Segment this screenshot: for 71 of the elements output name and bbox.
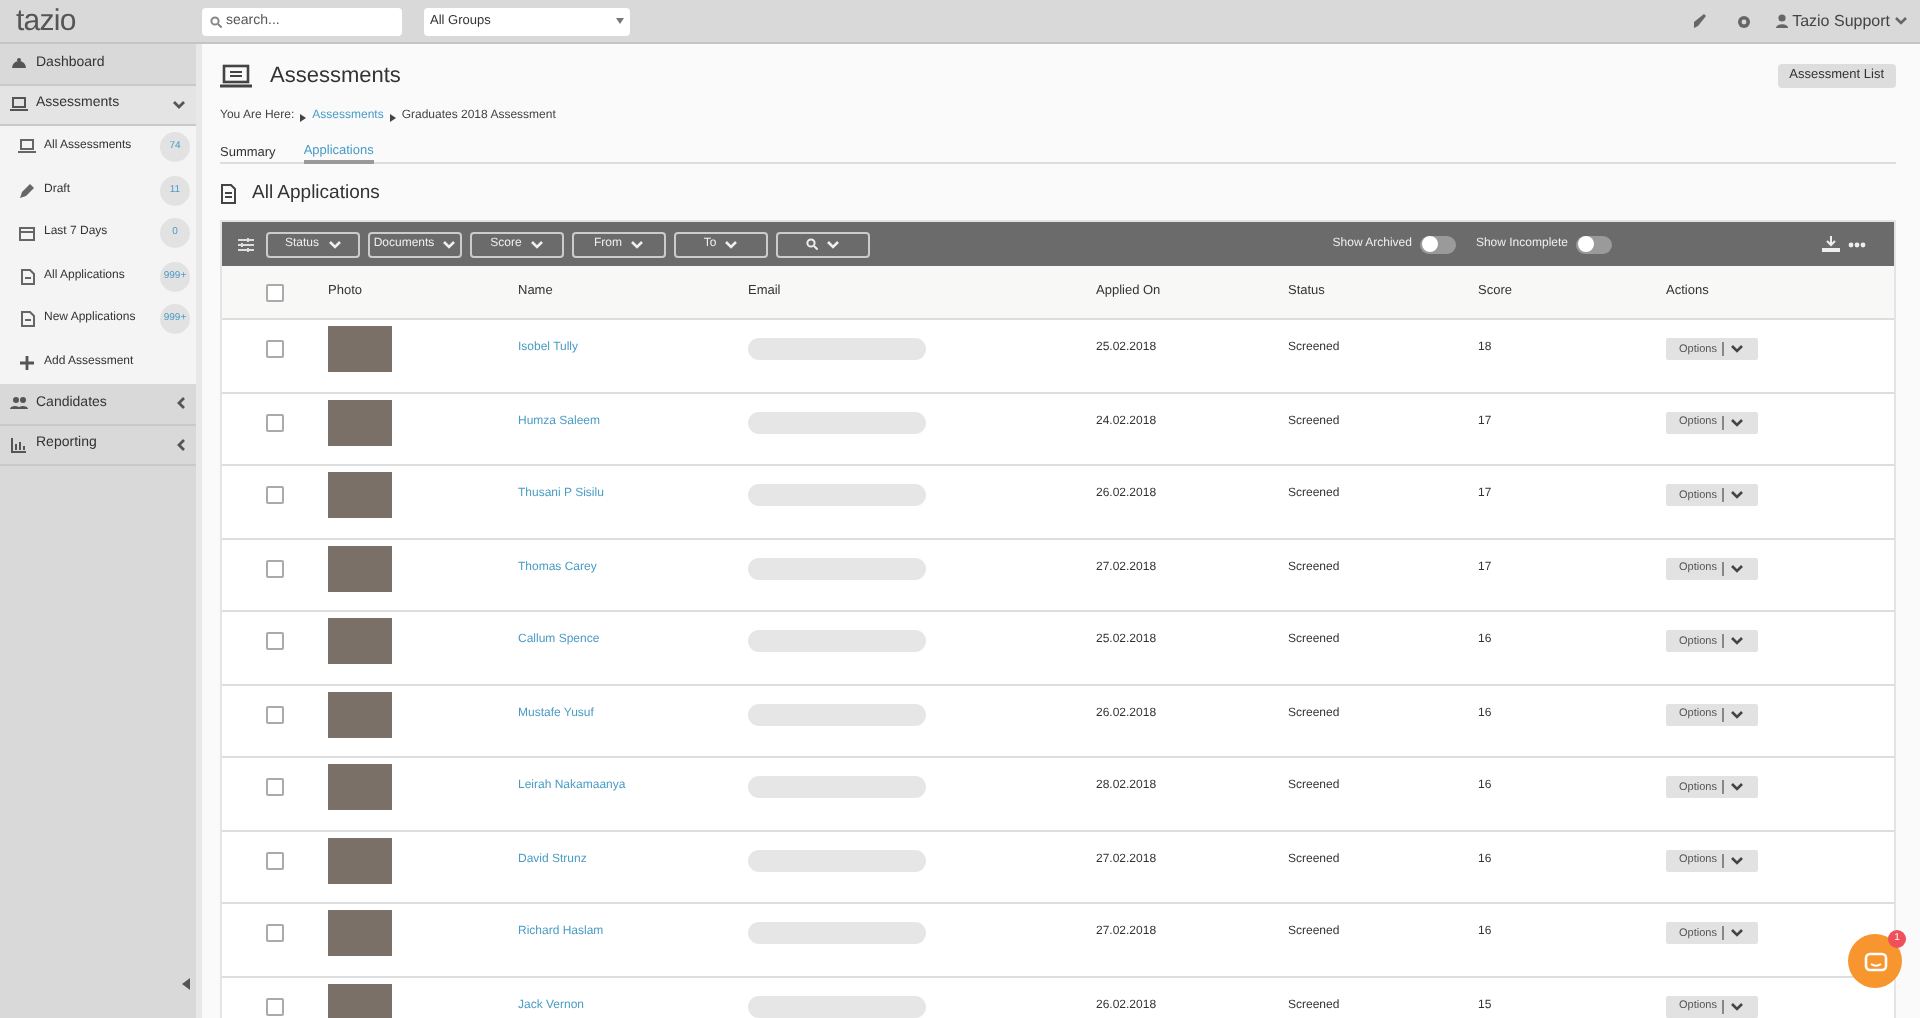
chevron-down-icon (826, 239, 840, 249)
caret-icon (616, 18, 624, 24)
settings-icon (1736, 13, 1753, 29)
more-icon (1848, 241, 1866, 247)
bar-chart-icon (10, 435, 28, 454)
row-checkbox[interactable] (266, 778, 284, 797)
photo-placeholder (328, 691, 392, 738)
chevron-down-icon (1730, 417, 1745, 428)
photo-placeholder (328, 910, 392, 957)
chevron-down-icon (1730, 636, 1745, 647)
photo-placeholder (328, 399, 392, 446)
toggle-switch[interactable] (1576, 235, 1612, 253)
laptop-icon (18, 138, 36, 157)
row-checkbox[interactable] (266, 924, 284, 943)
section-title: All Applications (252, 179, 380, 208)
row-checkbox[interactable] (266, 559, 284, 578)
document-icon (18, 310, 36, 329)
chevron-down-icon (1730, 782, 1745, 793)
row-checkbox[interactable] (266, 705, 284, 724)
sliders-icon (238, 237, 254, 251)
row-checkbox[interactable] (266, 413, 284, 432)
row-checkbox[interactable] (266, 340, 284, 359)
chevron-down-icon (1730, 563, 1745, 574)
chevron-down-icon (1730, 928, 1745, 939)
chevron-down-icon (172, 99, 186, 110)
chevron-down-icon (724, 239, 739, 249)
breadcrumb-arrow-icon (300, 113, 307, 121)
breadcrumb-arrow-icon (389, 113, 396, 121)
photo-placeholder (328, 618, 392, 665)
chat-icon (1863, 951, 1887, 971)
chevron-down-icon (529, 239, 544, 249)
document-icon (18, 267, 36, 286)
row-checkbox[interactable] (266, 486, 284, 505)
chevron-down-icon (1730, 1001, 1745, 1012)
photo-placeholder (328, 764, 392, 811)
chevron-left-icon (176, 437, 186, 452)
chevron-down-icon (442, 239, 457, 249)
chevron-down-icon (1730, 855, 1745, 866)
row-checkbox[interactable] (266, 632, 284, 651)
chevron-down-icon (1730, 709, 1745, 720)
photo-placeholder (328, 326, 392, 373)
laptop-icon (220, 64, 252, 88)
pencil-icon (18, 181, 36, 200)
search-filter-button[interactable] (776, 231, 870, 257)
toggle-switch[interactable] (1419, 235, 1456, 253)
users-icon (10, 394, 28, 413)
photo-placeholder (328, 837, 392, 884)
chevron-down-icon (630, 239, 644, 249)
calendar-icon (18, 224, 36, 243)
plus-icon (18, 353, 36, 372)
chevron-left-icon (176, 396, 186, 411)
chevron-down-icon (327, 239, 341, 249)
download-icon (1822, 236, 1840, 252)
search-icon (806, 238, 818, 250)
photo-placeholder (328, 983, 392, 1018)
collapse-icon (182, 978, 190, 990)
photo-placeholder (328, 472, 392, 519)
user-menu[interactable]: Tazio Support (1792, 9, 1890, 33)
page-title: Assessments (270, 61, 403, 92)
laptop-icon (10, 95, 28, 114)
select-all-checkbox[interactable] (266, 283, 284, 301)
chevron-down-icon (1730, 344, 1745, 355)
logo[interactable]: tazio (0, 6, 202, 36)
photo-placeholder (328, 545, 392, 592)
chevron-down-icon (1730, 490, 1745, 501)
search-icon (210, 15, 222, 27)
user-icon (1776, 14, 1789, 28)
row-checkbox[interactable] (266, 997, 284, 1016)
chevron-down-icon (1894, 16, 1908, 26)
document-icon (220, 184, 236, 204)
row-checkbox[interactable] (266, 851, 284, 870)
